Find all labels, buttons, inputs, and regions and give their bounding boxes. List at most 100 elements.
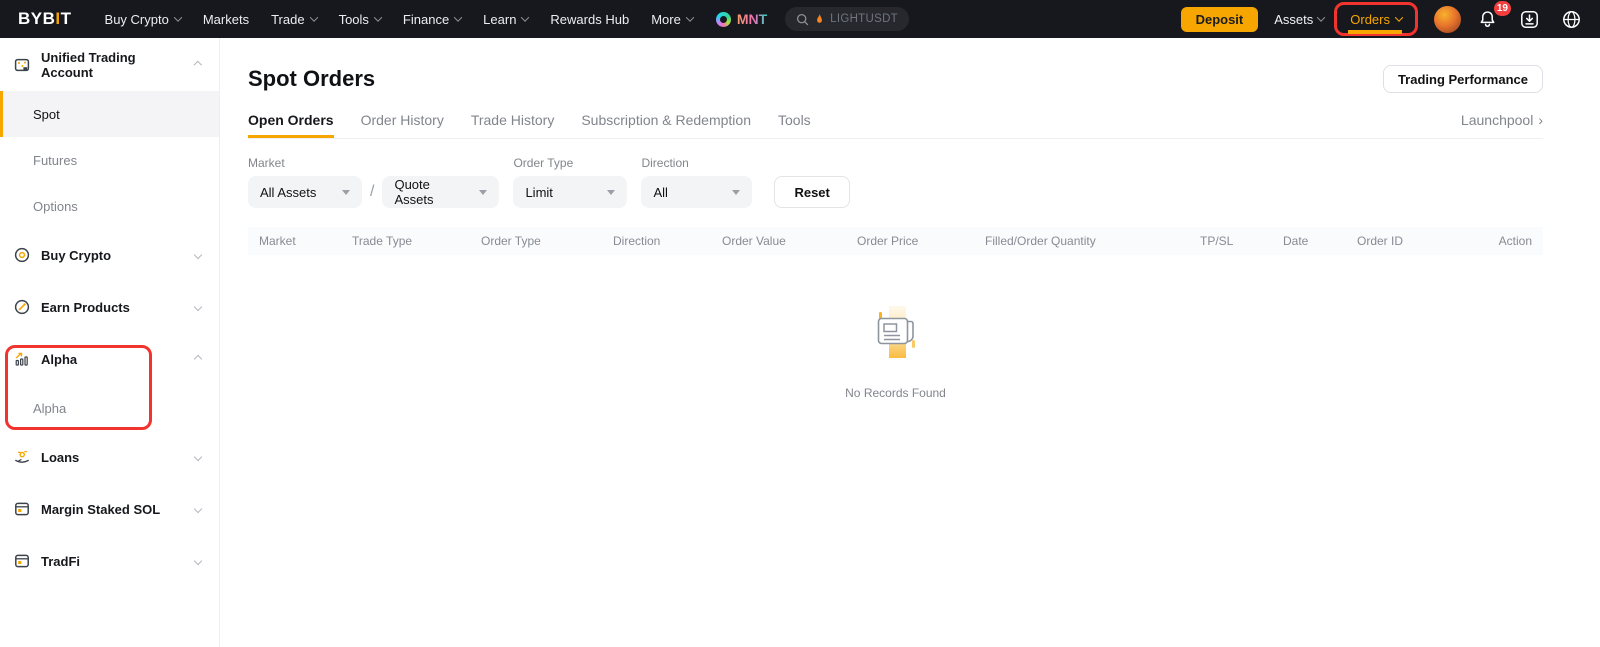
trading-performance-button[interactable]: Trading Performance xyxy=(1383,65,1543,93)
assets-label: Assets xyxy=(1274,12,1313,27)
nav-item-label: Trade xyxy=(271,12,304,27)
nav-item-learn[interactable]: Learn xyxy=(472,12,539,27)
tab-open-orders[interactable]: Open Orders xyxy=(248,112,334,138)
nav-item-markets[interactable]: Markets xyxy=(192,12,260,27)
avatar[interactable] xyxy=(1434,6,1461,33)
orders-label: Orders xyxy=(1350,12,1390,27)
sidebar-item-spot[interactable]: Spot xyxy=(0,91,219,137)
direction-select[interactable]: All xyxy=(641,176,752,208)
sidebar-item-margin-staked-sol[interactable]: Margin Staked SOL xyxy=(0,483,219,535)
order-type-filter-group: Order Type Limit xyxy=(513,156,627,208)
nav-item-label: Buy Crypto xyxy=(105,12,169,27)
reset-button[interactable]: Reset xyxy=(774,176,849,208)
nav-item-label: Rewards Hub xyxy=(550,12,629,27)
sidebar-item-tradfi[interactable]: TradFi xyxy=(0,535,219,587)
nav-item-label: Tools xyxy=(339,12,369,27)
chevron-down-icon xyxy=(374,13,382,21)
column-header-trade-type: Trade Type xyxy=(352,234,481,248)
sidebar: Unified Trading Account Spot Futures Opt… xyxy=(0,38,220,647)
column-header-order-price: Order Price xyxy=(857,234,985,248)
nav-item-tools[interactable]: Tools xyxy=(328,12,392,27)
sidebar-item-label: Alpha xyxy=(41,352,77,367)
sidebar-item-earn-products[interactable]: Earn Products xyxy=(0,281,219,333)
main-content: Spot Orders Trading Performance Open Ord… xyxy=(220,38,1600,647)
orders-menu-highlighted[interactable]: Orders xyxy=(1334,2,1418,36)
tabs-bar: Open Orders Order History Trade History … xyxy=(248,112,1543,139)
direction-filter-group: Direction All xyxy=(641,156,752,208)
chevron-down-icon xyxy=(1317,13,1325,21)
quote-asset-select[interactable]: Quote Assets xyxy=(382,176,499,208)
sidebar-item-alpha-sub[interactable]: Alpha xyxy=(0,385,219,431)
language-button[interactable] xyxy=(1561,9,1582,30)
bybit-spot-orders-page: BYBIT Buy Crypto Markets Trade Tools Fin… xyxy=(0,0,1600,647)
quote-filter-group: Quote Assets xyxy=(382,156,499,208)
chevron-down-icon xyxy=(194,251,202,259)
search-icon xyxy=(796,13,809,26)
sidebar-item-label: Alpha xyxy=(33,401,66,416)
nav-item-trade[interactable]: Trade xyxy=(260,12,327,27)
sidebar-item-futures[interactable]: Futures xyxy=(0,137,219,183)
nav-item-more[interactable]: More xyxy=(640,12,704,27)
quote-asset-value: Quote Assets xyxy=(394,177,469,207)
download-icon xyxy=(1519,9,1540,30)
chevron-up-icon xyxy=(194,61,202,69)
assets-menu[interactable]: Assets xyxy=(1274,12,1324,27)
sidebar-item-label: Futures xyxy=(33,153,77,168)
logo-text: BYB xyxy=(18,9,55,28)
caret-down-icon xyxy=(479,190,487,195)
globe-icon xyxy=(1561,9,1582,30)
caret-down-icon xyxy=(342,190,350,195)
mnt-token-ticker[interactable]: MNT xyxy=(716,11,767,27)
deposit-button[interactable]: Deposit xyxy=(1181,7,1259,32)
launchpool-link[interactable]: Launchpool› xyxy=(1461,112,1543,138)
order-type-select[interactable]: Limit xyxy=(513,176,627,208)
sidebar-item-options[interactable]: Options xyxy=(0,183,219,229)
tab-subscription-redemption[interactable]: Subscription & Redemption xyxy=(581,112,751,138)
earn-icon xyxy=(14,299,30,315)
search-placeholder: LIGHTUSDT xyxy=(830,13,898,25)
notifications-button[interactable]: 19 xyxy=(1477,9,1498,30)
top-nav: BYBIT Buy Crypto Markets Trade Tools Fin… xyxy=(0,0,1600,38)
nav-item-label: More xyxy=(651,12,681,27)
logo-text: T xyxy=(61,9,72,28)
column-header-market: Market xyxy=(259,234,352,248)
quote-filter-label xyxy=(382,156,499,170)
base-asset-select[interactable]: All Assets xyxy=(248,176,362,208)
loans-icon xyxy=(14,449,30,465)
table-header-row: Market Trade Type Order Type Direction O… xyxy=(248,227,1543,255)
tab-trade-history[interactable]: Trade History xyxy=(471,112,555,138)
chevron-down-icon xyxy=(174,13,182,21)
card-icon xyxy=(14,501,30,517)
sidebar-item-unified-trading-account[interactable]: Unified Trading Account xyxy=(0,52,219,78)
sidebar-item-label: Margin Staked SOL xyxy=(41,502,160,517)
tab-order-history[interactable]: Order History xyxy=(361,112,444,138)
launchpool-label: Launchpool xyxy=(1461,112,1533,128)
bybit-logo[interactable]: BYBIT xyxy=(18,9,72,29)
column-header-order-value: Order Value xyxy=(722,234,857,248)
base-asset-value: All Assets xyxy=(260,185,316,200)
nav-item-buy-crypto[interactable]: Buy Crypto xyxy=(94,12,192,27)
tab-tools[interactable]: Tools xyxy=(778,112,811,138)
sidebar-item-label: Unified Trading Account xyxy=(41,50,184,80)
column-header-direction: Direction xyxy=(613,234,722,248)
search-input[interactable]: LIGHTUSDT xyxy=(785,7,909,31)
sidebar-item-buy-crypto[interactable]: Buy Crypto xyxy=(0,229,219,281)
column-header-tpsl: TP/SL xyxy=(1200,234,1283,248)
nav-item-rewards-hub[interactable]: Rewards Hub xyxy=(539,12,640,27)
sidebar-item-loans[interactable]: Loans xyxy=(0,431,219,483)
download-app-button[interactable] xyxy=(1519,9,1540,30)
coin-icon xyxy=(14,247,30,263)
pair-separator: / xyxy=(370,176,374,208)
orders-dropdown-indicator xyxy=(1348,30,1402,34)
page-title: Spot Orders xyxy=(248,66,375,92)
nav-item-finance[interactable]: Finance xyxy=(392,12,472,27)
sidebar-item-label: Loans xyxy=(41,450,79,465)
order-type-filter-label: Order Type xyxy=(513,156,627,170)
token-ticker-label: MNT xyxy=(737,11,767,27)
chevron-down-icon xyxy=(194,453,202,461)
sidebar-item-alpha[interactable]: Alpha xyxy=(0,333,219,385)
column-header-filled-order-quantity: Filled/Order Quantity xyxy=(985,234,1200,248)
chevron-down-icon xyxy=(521,13,529,21)
chevron-down-icon xyxy=(686,13,694,21)
sidebar-item-label: Spot xyxy=(33,107,60,122)
